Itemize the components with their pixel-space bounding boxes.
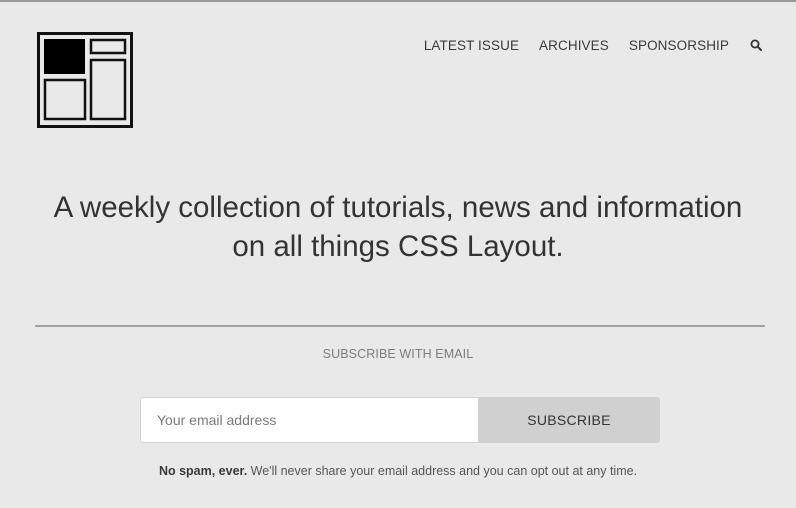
subscribe-button[interactable]: SUBSCRIBE (478, 397, 660, 443)
search-button[interactable] (749, 38, 763, 52)
email-input[interactable] (140, 397, 478, 443)
privacy-note-text: We'll never share your email address and… (247, 464, 638, 478)
main-nav: LATEST ISSUE ARCHIVES SPONSORSHIP (424, 37, 763, 53)
nav-latest-issue[interactable]: LATEST ISSUE (424, 38, 519, 53)
page-tagline: A weekly collection of tutorials, news a… (0, 188, 796, 266)
privacy-note: No spam, ever. We'll never share your em… (0, 464, 796, 478)
nav-sponsorship[interactable]: SPONSORSHIP (629, 38, 729, 53)
section-divider (35, 325, 765, 327)
privacy-note-bold: No spam, ever. (158, 464, 248, 478)
tagline-line-2: on all things CSS Layout. (232, 230, 564, 263)
subscribe-heading: SUBSCRIBE WITH EMAIL (322, 347, 474, 361)
site-logo[interactable] (37, 32, 133, 128)
tagline-line-1: A weekly collection of tutorials, news a… (53, 191, 743, 224)
layout-grid-logo-icon (37, 32, 133, 128)
subscribe-form: SUBSCRIBE (140, 397, 660, 443)
top-border (0, 0, 796, 2)
search-icon (750, 39, 762, 51)
nav-archives[interactable]: ARCHIVES (539, 38, 609, 53)
